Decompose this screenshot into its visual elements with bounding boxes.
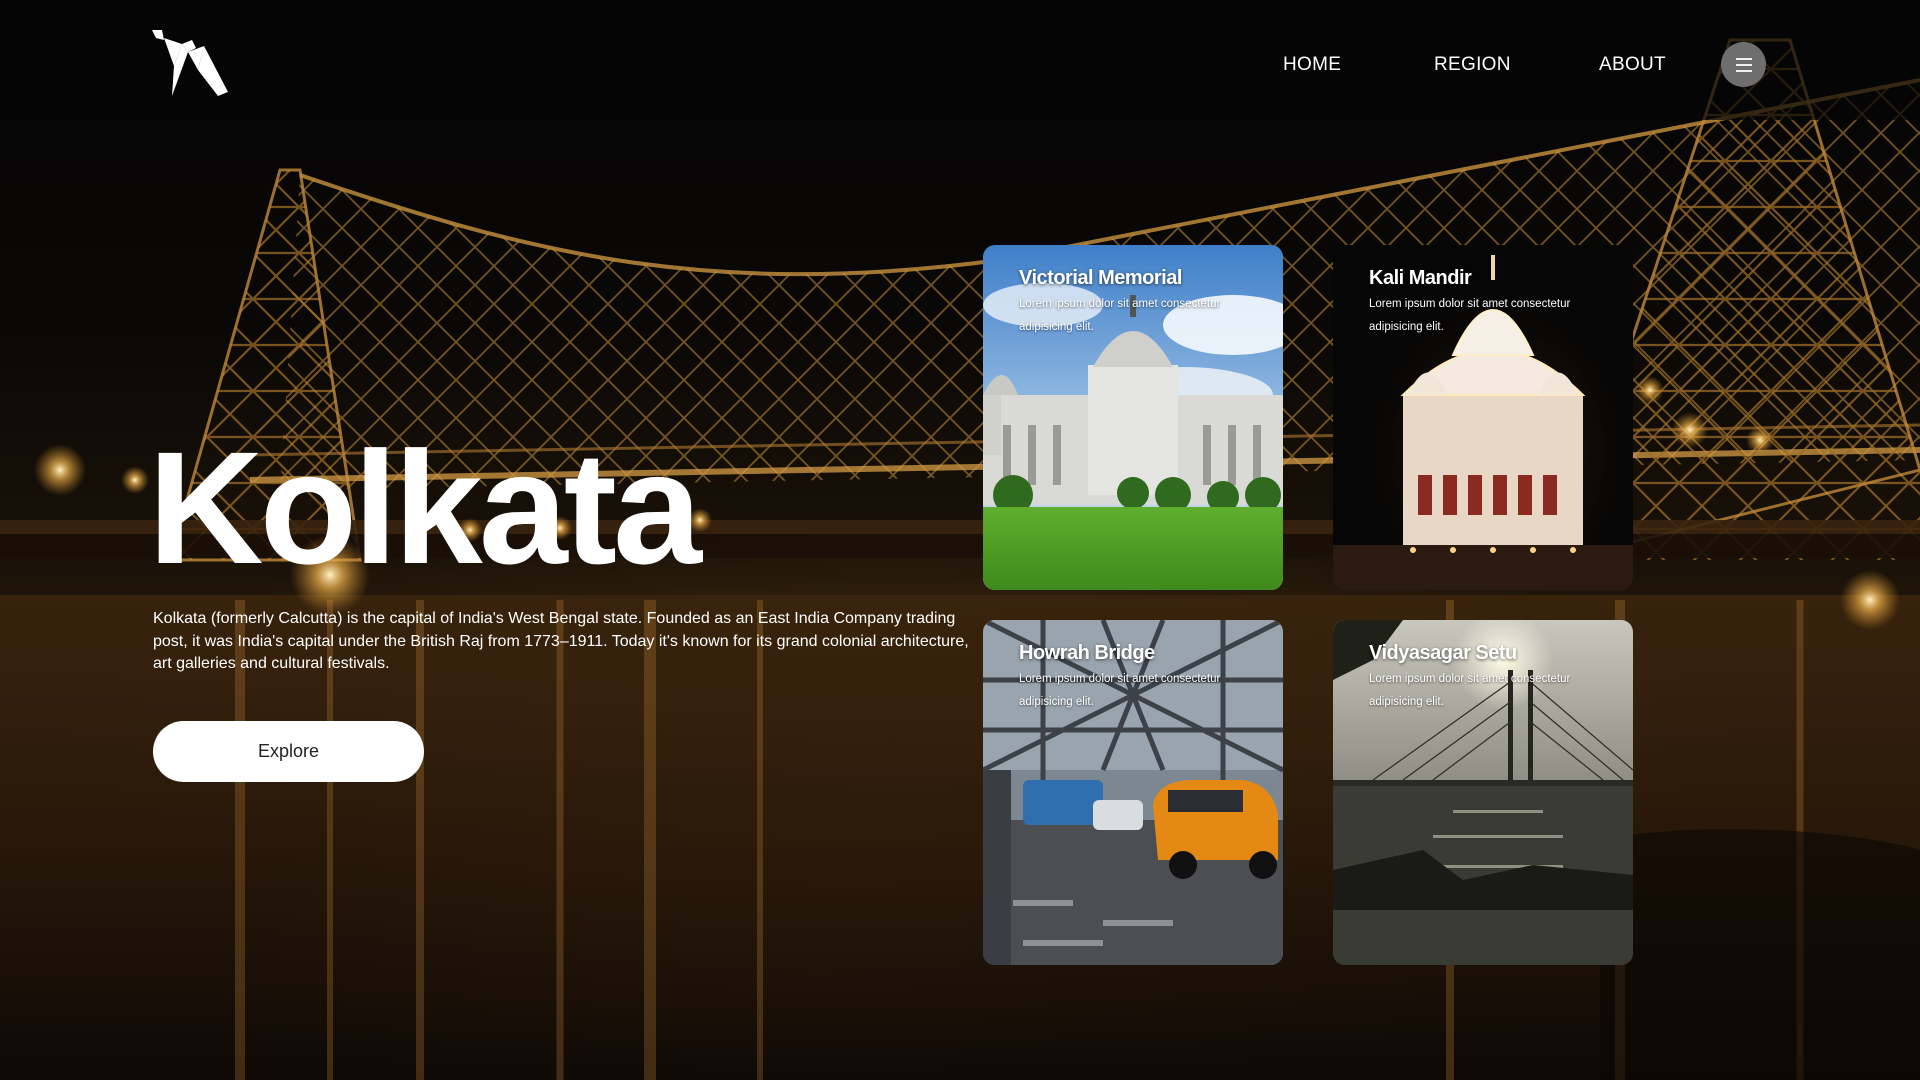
place-card-victoria-memorial[interactable]: Victorial Memorial Lorem ipsum dolor sit… [983, 245, 1283, 590]
card-text: Lorem ipsum dolor sit amet consectetur a… [1019, 298, 1221, 333]
card-title: Howrah Bridge [1019, 642, 1155, 664]
hero-section: HOME REGION ABOUT Kolkata Kolkata (forme… [0, 0, 1920, 1080]
nav-about-link[interactable]: ABOUT [1599, 54, 1666, 76]
nav-home-link[interactable]: HOME [1283, 54, 1341, 76]
place-card-vidyasagar-setu[interactable]: Vidyasagar Setu Lorem ipsum dolor sit am… [1333, 620, 1633, 965]
place-card-howrah-bridge[interactable]: Howrah Bridge Lorem ipsum dolor sit amet… [983, 620, 1283, 965]
card-title: Victorial Memorial [1019, 267, 1182, 289]
hero-title: Kolkata [148, 418, 702, 597]
nav-region-link[interactable]: REGION [1434, 54, 1511, 76]
card-text: Lorem ipsum dolor sit amet consectetur a… [1019, 673, 1221, 708]
origami-horse-logo-icon[interactable] [152, 30, 228, 98]
place-card-kali-mandir[interactable]: Kali Mandir Lorem ipsum dolor sit amet c… [1333, 245, 1633, 590]
card-title: Kali Mandir [1369, 267, 1472, 289]
card-title: Vidyasagar Setu [1369, 642, 1517, 664]
card-text: Lorem ipsum dolor sit amet consectetur a… [1369, 298, 1571, 333]
hamburger-icon [1735, 57, 1752, 72]
hero-description: Kolkata (formerly Calcutta) is the capit… [153, 610, 969, 672]
menu-button[interactable] [1721, 42, 1766, 87]
card-text: Lorem ipsum dolor sit amet consectetur a… [1369, 673, 1571, 708]
explore-button[interactable]: Explore [153, 721, 424, 782]
